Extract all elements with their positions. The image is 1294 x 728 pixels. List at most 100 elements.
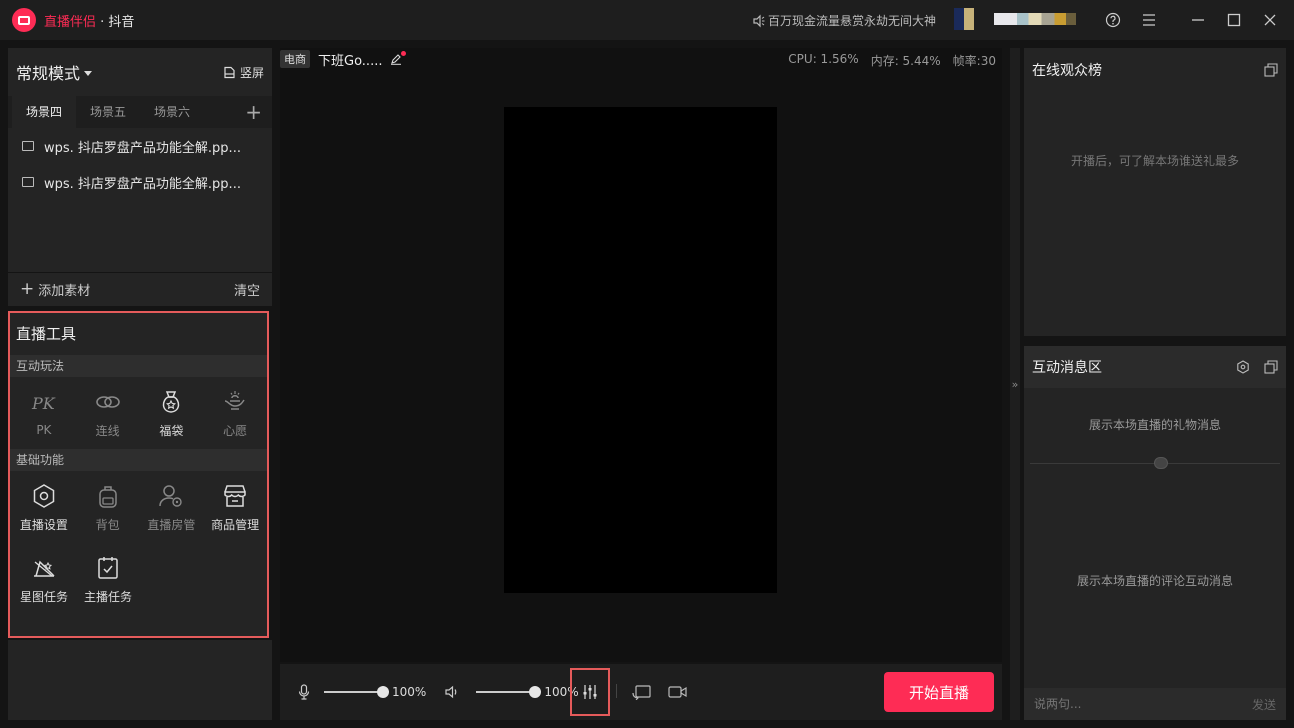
tool-label: 主播任务 [83,589,132,604]
tool-product-manage[interactable]: 商品管理 [203,471,267,543]
pk-icon: PK [31,394,56,413]
screen-rotate-icon[interactable] [632,684,652,700]
tool-label: 直播房管 [147,517,196,532]
tool-live-settings[interactable]: 直播设置 [12,471,76,543]
add-scene-icon[interactable]: + [245,100,262,124]
popout-icon[interactable] [1264,360,1278,374]
popout-icon[interactable] [1264,63,1278,77]
source-item[interactable]: wps. 抖店罗盘产品功能全解.pp... [8,164,272,200]
speaker-volume-knob[interactable] [529,686,542,698]
video-preview-canvas[interactable] [504,107,777,593]
window-source-icon [22,141,34,151]
avatar[interactable] [954,8,974,30]
audience-ranking-panel: 在线观众榜 开播后，可了解本场谁送礼最多 [1024,48,1286,336]
app-brand: 直播伴侣 [44,14,97,30]
speaker-volume-slider[interactable] [476,686,542,698]
tool-label: 连线 [95,423,120,438]
messages-title: 互动消息区 [1032,360,1102,376]
tool-label: 福袋 [159,423,184,438]
performance-stats: CPU: 1.56% 内存: 5.44% 帧率:30 [788,52,996,69]
tool-pk[interactable]: PK PK [12,377,76,449]
store-icon [224,484,246,507]
scene-tabs: 场景四 场景五 场景六 + [8,96,272,128]
speaker-notice-icon [753,14,765,27]
notification-dot [401,51,407,56]
panel-splitter[interactable] [1030,457,1280,469]
mode-dropdown[interactable]: 常规模式 [16,60,93,84]
tool-label: 直播设置 [19,517,68,532]
sliders-icon [583,685,597,699]
splitter-handle[interactable] [1154,457,1168,469]
tool-label: 心愿 [223,423,248,438]
plus-icon: + [20,279,35,299]
close-icon[interactable] [1260,10,1280,30]
maximize-icon[interactable] [1224,10,1244,30]
tab-scene-6[interactable]: 场景六 [140,96,204,128]
promo-notice-text: 百万现金流量悬赏永劫无间大神 [768,14,937,28]
star-map-icon [34,560,55,577]
camera-icon[interactable] [668,684,688,700]
audio-control-bar: 100% 100% 开始直播 [280,664,1002,720]
tool-label: 背包 [95,517,120,532]
source-item[interactable]: wps. 抖店罗盘产品功能全解.pp... [8,128,272,164]
minimize-icon[interactable] [1188,10,1208,30]
hamburger-menu-icon[interactable] [1139,10,1159,30]
start-live-button[interactable]: 开始直播 [884,672,994,712]
left-empty-area [8,640,272,720]
tool-anchor-task[interactable]: 主播任务 [76,543,140,615]
portrait-button[interactable]: 竖屏 [223,64,264,81]
question-circle-icon[interactable] [1103,10,1123,30]
comment-message-hint: 展示本场直播的评论互动消息 [1076,574,1233,588]
audio-mixer-button[interactable] [570,668,610,716]
settings-hexagon-icon [33,483,55,508]
room-admin-icon [159,484,183,507]
tool-label: 星图任务 [19,589,68,604]
promo-notice[interactable]: 百万现金流量悬赏永劫无间大神 [752,12,936,29]
window-source-icon [22,177,34,187]
mic-volume-slider[interactable] [324,686,389,698]
tool-star-map-task[interactable]: 星图任务 [12,543,76,615]
caret-down-icon [84,70,93,76]
clear-button[interactable]: 清空 [234,280,260,299]
tool-lucky-bag[interactable]: 福袋 [140,377,204,449]
scene-panel: 常规模式 竖屏 场景四 场景五 场景六 + wps. 抖店罗盘产品功能全解.pp… [8,48,272,306]
gift-message-hint: 展示本场直播的礼物消息 [1088,418,1221,432]
audience-title: 在线观众榜 [1032,63,1102,79]
tab-scene-4[interactable]: 场景四 [12,96,76,128]
mic-volume-knob[interactable] [377,686,389,698]
fps-stat: 帧率:30 [952,54,996,68]
lucky-bag-icon [163,390,180,413]
tool-room-admin[interactable]: 直播房管 [140,471,204,543]
source-label: wps. 抖店罗盘产品功能全解.pp... [44,176,241,192]
backpack-icon [98,485,117,508]
title-bar: 直播伴侣 · 抖音 百万现金流量悬赏永劫无间大神 [0,0,1294,40]
collapse-right-handle[interactable]: » [1010,48,1020,720]
app-logo-icon [12,8,36,32]
microphone-icon[interactable] [298,684,310,700]
link-icon [95,395,120,408]
live-tools-title: 直播工具 [16,325,77,343]
chat-input[interactable] [1034,697,1214,711]
interaction-message-panel: 互动消息区 展示本场直播的礼物消息 展示本场直播的评论互动消息 发送 [1024,346,1286,720]
settings-hexagon-icon[interactable] [1236,360,1250,374]
add-material-button[interactable]: + 添加素材 [20,279,91,300]
task-checklist-icon [98,556,118,579]
send-button[interactable]: 发送 [1252,696,1276,713]
wish-lamp-icon [224,390,245,410]
tab-scene-5[interactable]: 场景五 [76,96,140,128]
app-title: 直播伴侣 · 抖音 [44,11,134,30]
cpu-stat: CPU: 1.56% [788,52,859,66]
audience-hint: 开播后，可了解本场谁送礼最多 [1070,154,1239,168]
speaker-icon[interactable] [444,685,460,699]
portrait-label: 竖屏 [239,65,264,80]
portrait-icon [224,66,235,78]
room-title[interactable]: 下班Go..... [318,50,382,69]
add-material-label: 添加素材 [38,284,91,299]
tool-backpack[interactable]: 背包 [76,471,140,543]
username[interactable] [994,13,1076,25]
tool-wish[interactable]: 心愿 [203,377,267,449]
tool-link[interactable]: 连线 [76,377,140,449]
edit-pencil-icon[interactable] [390,51,407,65]
interactive-section-label: 互动玩法 [10,355,267,377]
double-chevron-right-icon: » [1011,377,1019,391]
